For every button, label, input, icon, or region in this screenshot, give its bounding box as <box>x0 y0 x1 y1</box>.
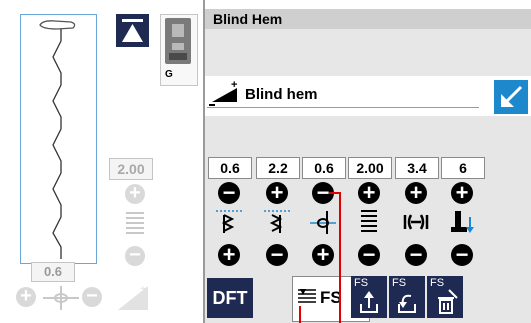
elastic-plus-button[interactable]: + <box>405 182 427 204</box>
blind-hem-stitch-image <box>39 20 76 259</box>
value-elastic: 3.4 <box>395 157 439 179</box>
stitch-icon: + <box>209 79 241 106</box>
position-increase-button[interactable]: + <box>16 286 36 307</box>
svg-text:+: + <box>231 80 237 91</box>
value-needle-position: 0.6 <box>302 157 346 179</box>
title-bar: Blind Hem <box>205 9 531 29</box>
value-right-width: 2.2 <box>256 157 300 179</box>
stitch-density-icon <box>126 211 144 235</box>
right-width-plus-button[interactable]: + <box>266 182 288 204</box>
foot-pressure-plus-button[interactable]: + <box>451 182 473 204</box>
elastic-icon <box>401 207 431 235</box>
stitch-name: Blind hem <box>245 86 318 103</box>
svg-text:+: + <box>140 284 146 295</box>
annotation-line-top <box>329 192 341 194</box>
page-title: Blind Hem <box>213 11 283 27</box>
value-left-width: 0.6 <box>208 157 252 179</box>
presser-foot-g-icon <box>165 18 191 64</box>
needle-position-icon <box>43 284 79 312</box>
left-width-minus-button[interactable]: − <box>218 182 240 204</box>
title-area <box>205 29 531 76</box>
annotation-line-right <box>339 192 341 323</box>
stitch-preview <box>20 14 97 264</box>
stitch-shape-icon: + <box>116 282 150 312</box>
fs-save-button[interactable]: FS <box>351 276 387 318</box>
needle-position-icon <box>308 207 338 235</box>
presser-foot-icon <box>447 207 477 235</box>
right-width-icon <box>262 207 292 235</box>
foot-pressure-minus-button[interactable]: − <box>451 244 473 266</box>
presser-foot-indicator: G <box>160 14 198 86</box>
value-foot-pressure: 6 <box>441 157 485 179</box>
stitch-width-display: 2.00 <box>109 158 153 180</box>
elastic-minus-button[interactable]: − <box>405 244 427 266</box>
needle-position-plus-button[interactable]: + <box>312 244 334 266</box>
dft-button[interactable]: DFT <box>207 278 253 318</box>
fs-delete-button[interactable]: FS <box>427 276 463 318</box>
width-decrease-button[interactable]: − <box>125 245 145 266</box>
needle-position-display: 0.6 <box>31 262 75 282</box>
fs-list-icon <box>296 287 318 307</box>
value-density: 2.00 <box>348 157 392 179</box>
fs-recall-button[interactable]: FS <box>389 276 425 318</box>
width-increase-button[interactable]: + <box>125 183 145 204</box>
density-plus-button[interactable]: + <box>358 182 380 204</box>
memory-top-button[interactable] <box>116 14 149 47</box>
position-decrease-button[interactable]: − <box>82 286 102 307</box>
annotation-line-left <box>299 306 301 323</box>
density-minus-button[interactable]: − <box>358 244 380 266</box>
left-width-icon <box>214 207 244 235</box>
left-width-plus-button[interactable]: + <box>218 244 240 266</box>
stitch-density-icon <box>354 207 384 235</box>
expand-button[interactable] <box>494 80 528 114</box>
foot-label: G <box>165 69 173 80</box>
stitch-underline <box>207 107 479 108</box>
right-width-minus-button[interactable]: − <box>266 244 288 266</box>
